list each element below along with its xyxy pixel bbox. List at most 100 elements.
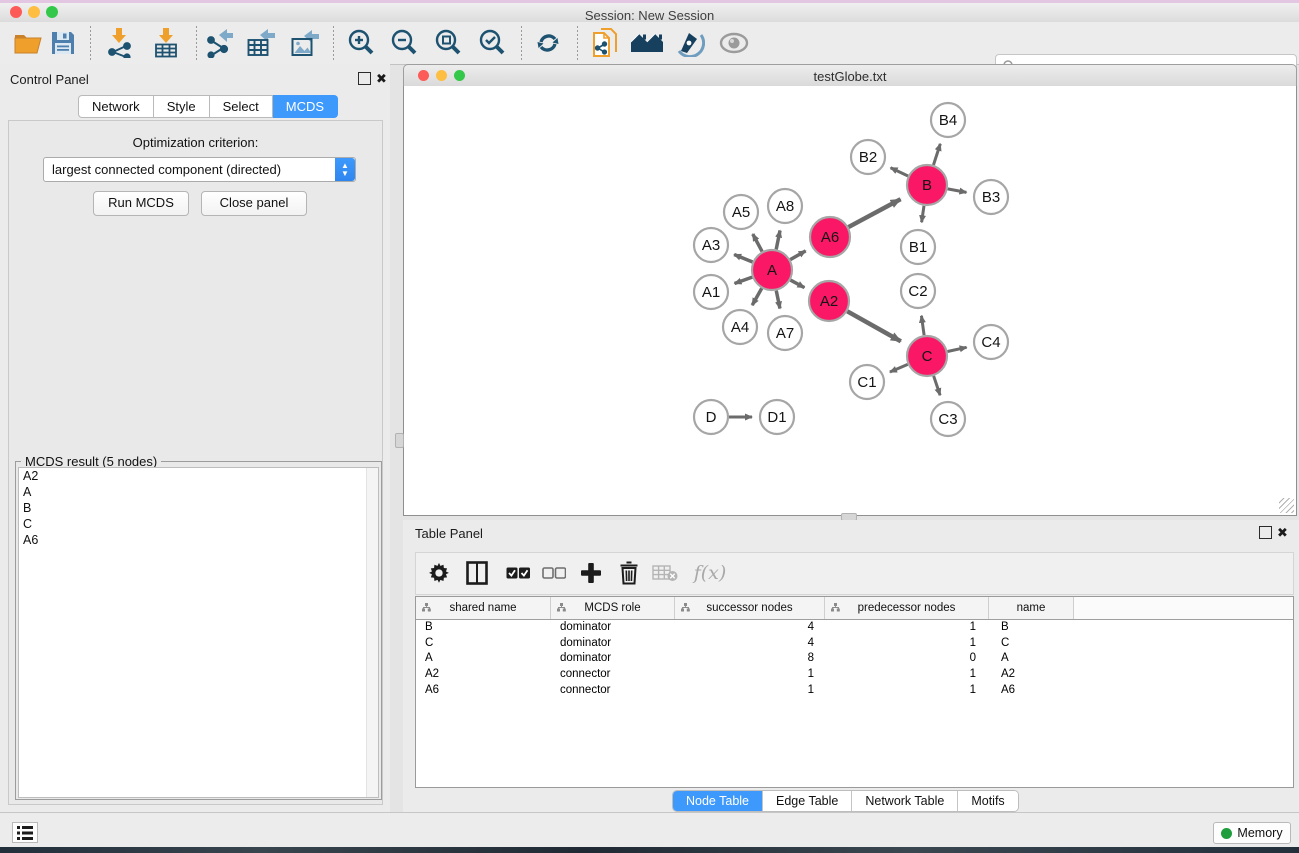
clear-table-button[interactable]	[648, 556, 682, 590]
function-builder-button[interactable]: f(x)	[688, 556, 732, 590]
node-C[interactable]: C	[907, 336, 947, 376]
table-cell[interactable]: A2	[989, 667, 1074, 683]
table-cell[interactable]: A6	[416, 683, 551, 699]
edge-C-C2[interactable]	[921, 316, 924, 335]
table-cell[interactable]: 1	[825, 636, 989, 652]
node-B2[interactable]: B2	[851, 140, 885, 174]
open-session-button[interactable]	[10, 26, 46, 60]
table-cell[interactable]: A2	[416, 667, 551, 683]
network-graph[interactable]: B4B2BB3A5A8A6A3B1AA1C2A2A4A7C4CC1C3DD1	[404, 86, 1296, 515]
node-B4[interactable]: B4	[931, 103, 965, 137]
close-panel-icon[interactable]: ✖	[1277, 524, 1288, 542]
table-row[interactable]: A6connector11A6	[416, 683, 1293, 699]
node-table[interactable]: shared nameMCDS rolesuccessor nodesprede…	[415, 596, 1294, 788]
task-history-button[interactable]	[12, 822, 38, 843]
export-network-button[interactable]	[202, 26, 238, 60]
node-B1[interactable]: B1	[901, 230, 935, 264]
deselect-all-button[interactable]	[537, 556, 571, 590]
refresh-button[interactable]	[530, 26, 566, 60]
node-A1[interactable]: A1	[694, 275, 728, 309]
table-settings-button[interactable]	[422, 556, 456, 590]
select-all-button[interactable]	[501, 556, 535, 590]
node-A[interactable]: A	[752, 250, 792, 290]
node-B[interactable]: B	[907, 165, 947, 205]
table-cell[interactable]: dominator	[551, 620, 675, 636]
node-B3[interactable]: B3	[974, 180, 1008, 214]
table-cell[interactable]: C	[989, 636, 1074, 652]
save-session-button[interactable]	[45, 26, 81, 60]
tab-edge-table[interactable]: Edge Table	[763, 791, 852, 811]
node-C1[interactable]: C1	[850, 365, 884, 399]
node-A8[interactable]: A8	[768, 189, 802, 223]
node-A4[interactable]: A4	[723, 310, 757, 344]
delete-column-button[interactable]	[612, 556, 646, 590]
mcds-result-item[interactable]: A2	[19, 468, 378, 484]
node-A5[interactable]: A5	[724, 195, 758, 229]
edge-C-C1[interactable]	[890, 364, 908, 372]
create-column-button[interactable]	[574, 556, 608, 590]
node-D[interactable]: D	[694, 400, 728, 434]
show-columns-button[interactable]	[460, 556, 494, 590]
table-row[interactable]: A2connector11A2	[416, 667, 1293, 683]
table-cell[interactable]: C	[416, 636, 551, 652]
run-mcds-button[interactable]: Run MCDS	[93, 191, 189, 216]
zoom-in-button[interactable]	[343, 26, 379, 60]
mcds-result-item[interactable]: A	[19, 484, 378, 500]
table-cell[interactable]: connector	[551, 683, 675, 699]
table-row[interactable]: Bdominator41B	[416, 620, 1293, 636]
table-cell[interactable]: A6	[989, 683, 1074, 699]
hide-labels-button[interactable]	[672, 26, 708, 60]
memory-button[interactable]: Memory	[1213, 822, 1291, 844]
node-A2[interactable]: A2	[809, 281, 849, 321]
import-table-button[interactable]	[148, 26, 184, 60]
tab-mcds[interactable]: MCDS	[273, 95, 338, 118]
copy-style-button[interactable]	[587, 26, 623, 60]
table-cell[interactable]: 4	[675, 620, 825, 636]
node-C4[interactable]: C4	[974, 325, 1008, 359]
network-window-titlebar[interactable]: testGlobe.txt	[403, 64, 1297, 88]
edge-A-A6[interactable]	[790, 251, 805, 260]
mcds-result-item[interactable]: A6	[19, 532, 378, 548]
table-row[interactable]: Cdominator41C	[416, 636, 1293, 652]
edge-B-B3[interactable]	[948, 189, 967, 193]
vertical-split-grip[interactable]	[395, 433, 404, 448]
tab-style[interactable]: Style	[154, 95, 210, 118]
mcds-result-item[interactable]: B	[19, 500, 378, 516]
column-header-shared-name[interactable]: shared name	[416, 597, 551, 619]
table-cell[interactable]: A	[416, 651, 551, 667]
table-cell[interactable]: 1	[825, 667, 989, 683]
edge-A-A7[interactable]	[776, 291, 780, 309]
table-cell[interactable]: 1	[675, 683, 825, 699]
edge-A-A3[interactable]	[734, 254, 752, 262]
node-A6[interactable]: A6	[810, 217, 850, 257]
edge-B-B1[interactable]	[922, 206, 924, 222]
import-network-button[interactable]	[102, 26, 138, 60]
edge-C-C4[interactable]	[948, 347, 967, 351]
zoom-fit-button[interactable]	[430, 26, 466, 60]
edge-A-A1[interactable]	[735, 277, 753, 283]
table-cell[interactable]: B	[416, 620, 551, 636]
node-A7[interactable]: A7	[768, 316, 802, 350]
mcds-result-item[interactable]: C	[19, 516, 378, 532]
table-cell[interactable]: 1	[825, 620, 989, 636]
tab-select[interactable]: Select	[210, 95, 273, 118]
mcds-result-list[interactable]: A2ABCA6	[18, 467, 379, 798]
node-C2[interactable]: C2	[901, 274, 935, 308]
node-A3[interactable]: A3	[694, 228, 728, 262]
edge-C-C3[interactable]	[934, 376, 940, 395]
export-table-button[interactable]	[243, 26, 279, 60]
column-header-name[interactable]: name	[989, 597, 1074, 619]
window-resize-grip[interactable]	[1279, 498, 1294, 513]
edge-B-B2[interactable]	[891, 168, 908, 176]
main-titlebar[interactable]: Session: New Session	[0, 3, 1299, 22]
show-graphics-button[interactable]	[716, 26, 752, 60]
edge-B-B4[interactable]	[933, 144, 940, 165]
edge-A-A5[interactable]	[753, 234, 762, 251]
tab-motifs[interactable]: Motifs	[958, 791, 1017, 811]
column-header-MCDS-role[interactable]: MCDS role	[551, 597, 675, 619]
close-panel-icon[interactable]: ✖	[376, 70, 387, 88]
column-header-predecessor-nodes[interactable]: predecessor nodes	[825, 597, 989, 619]
node-D1[interactable]: D1	[760, 400, 794, 434]
table-row[interactable]: Adominator80A	[416, 651, 1293, 667]
table-cell[interactable]: dominator	[551, 651, 675, 667]
